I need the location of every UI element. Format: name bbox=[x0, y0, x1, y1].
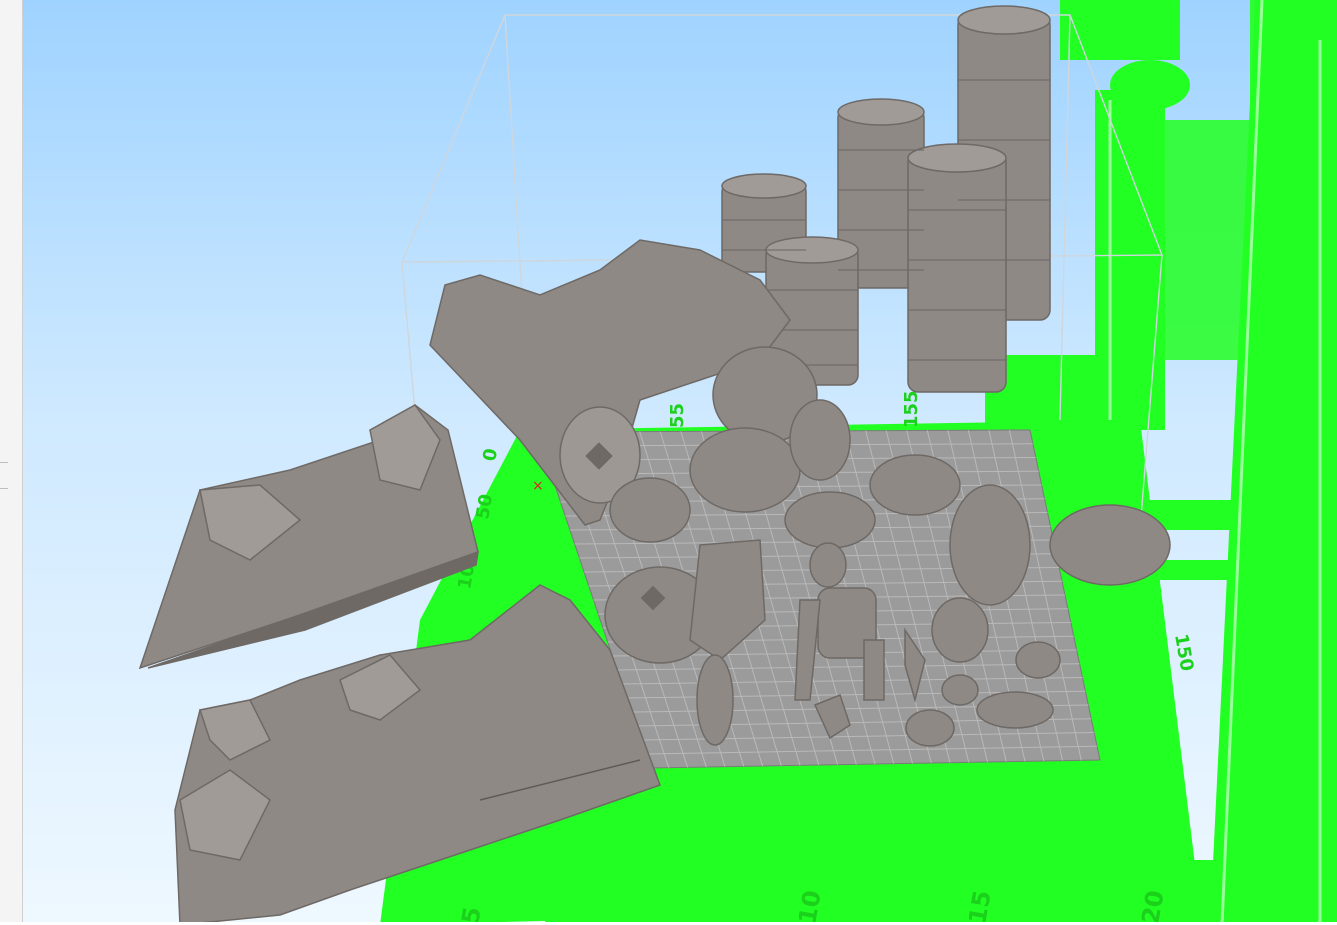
bracer[interactable] bbox=[905, 709, 955, 747]
front-rail bbox=[545, 860, 1315, 925]
origin-marker-icon: × bbox=[532, 478, 544, 494]
spool-holder bbox=[1110, 60, 1190, 110]
helmet[interactable] bbox=[931, 597, 989, 663]
small-boot[interactable] bbox=[1015, 641, 1061, 679]
scene-canvas[interactable]: 55 155 0 50 100 5 10 15 20 150 × bbox=[0, 0, 1337, 925]
top-bracket bbox=[1060, 0, 1180, 60]
gauntlet[interactable] bbox=[941, 674, 979, 706]
axis-label-x-bottom-4: 20 bbox=[1136, 888, 1169, 925]
axis-label-x-top-2: 155 bbox=[901, 390, 922, 428]
axis-label-x-top-1: 55 bbox=[667, 403, 688, 428]
shield[interactable] bbox=[976, 691, 1054, 729]
axis-label-y-0: 0 bbox=[479, 447, 502, 463]
axis-label-x-bottom-2: 10 bbox=[793, 888, 826, 925]
axis-label-y-50: 50 bbox=[472, 493, 497, 521]
axis-label-x-bottom-3: 15 bbox=[963, 888, 996, 925]
tower-3[interactable] bbox=[907, 143, 1007, 393]
3d-viewport[interactable]: 55 155 0 50 100 5 10 15 20 150 × bbox=[0, 0, 1337, 925]
